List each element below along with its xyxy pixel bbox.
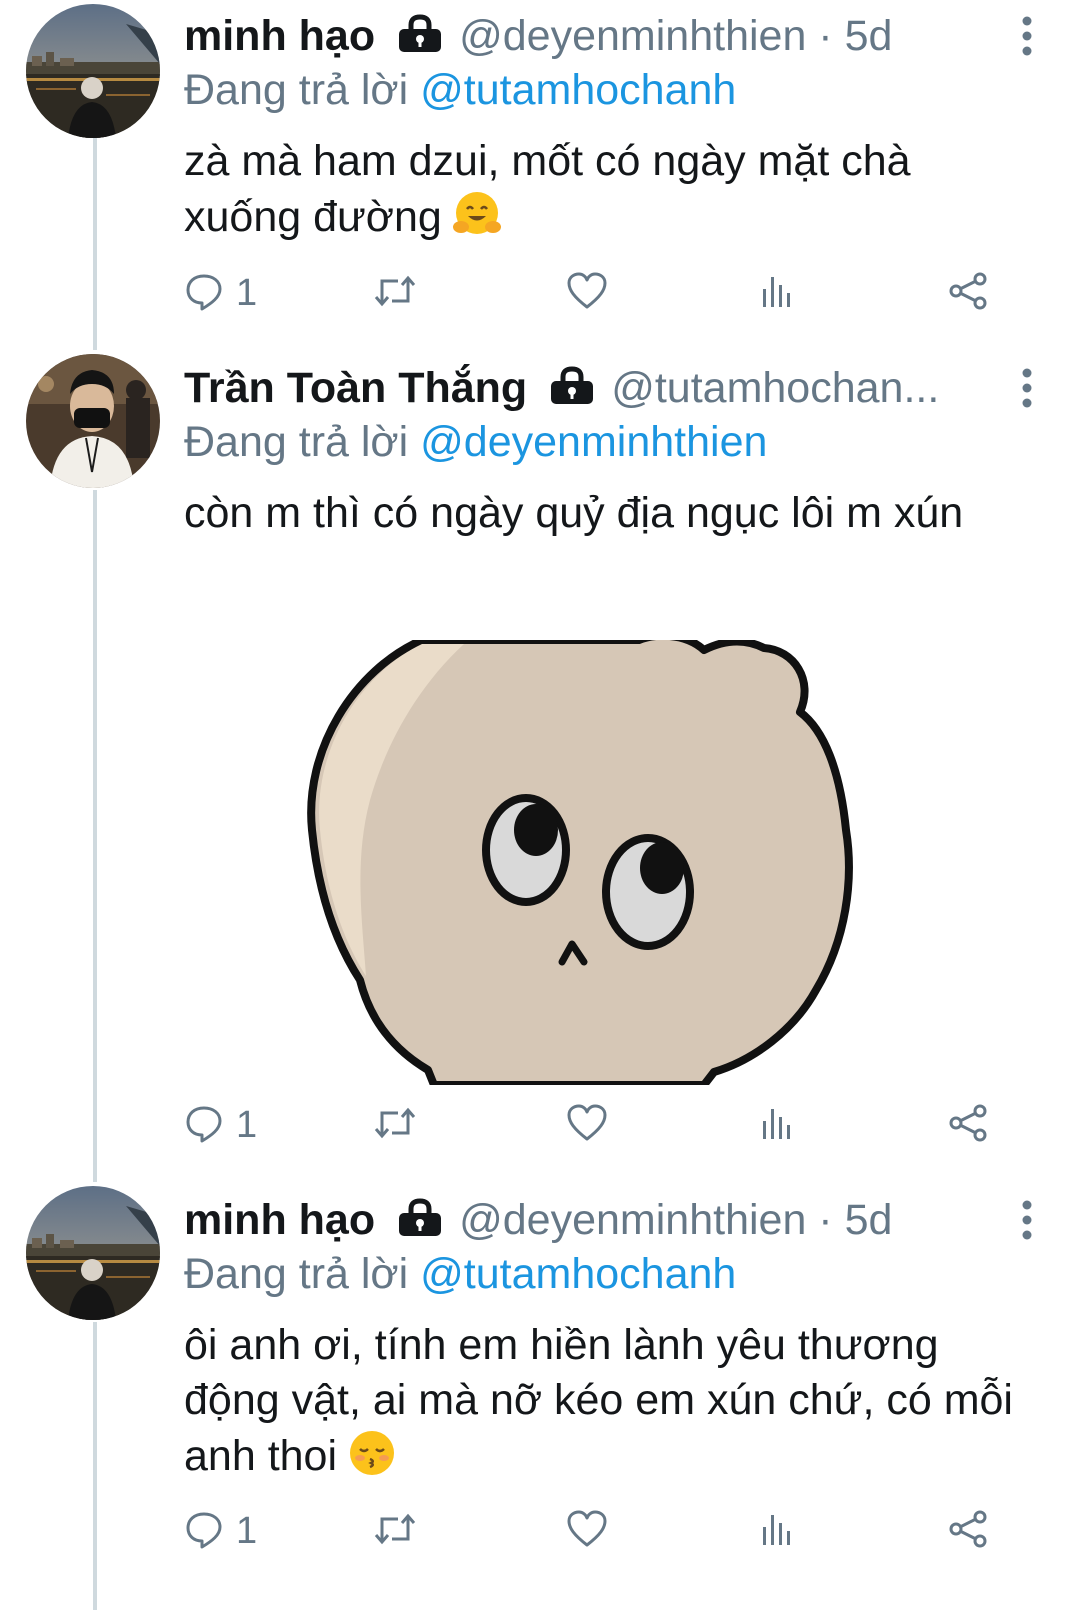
- tweet-text: ôi anh ơi, tính em hiền lành yêu thương …: [184, 1318, 1034, 1492]
- lock-icon: [549, 365, 595, 411]
- analytics-button[interactable]: [760, 1506, 796, 1556]
- replying-to: Đang trả lời @deyenminhthien: [184, 418, 767, 467]
- replying-prefix: Đang trả lời: [184, 418, 409, 466]
- reply-button[interactable]: 1: [184, 268, 257, 318]
- retweet-icon: [372, 1103, 418, 1148]
- share-button[interactable]: [948, 1100, 990, 1150]
- mention-link[interactable]: @tutamhochanh: [420, 66, 736, 114]
- more-options-icon[interactable]: [1012, 1192, 1042, 1248]
- skull-sticker-image: [184, 640, 992, 1085]
- heart-icon: [566, 1509, 608, 1554]
- display-name[interactable]: minh hạo: [184, 1196, 375, 1245]
- reply-icon: [184, 1509, 224, 1554]
- retweet-icon: [372, 1509, 418, 1554]
- handle-and-time[interactable]: @tutamhochan...: [611, 364, 939, 413]
- tweet-header: Trần Toàn Thắng @tutamhochan...: [184, 360, 990, 416]
- avatar[interactable]: [26, 1186, 160, 1320]
- retweet-button[interactable]: [372, 1506, 418, 1556]
- media-image[interactable]: [184, 640, 992, 1085]
- handle-and-time[interactable]: @deyenminhthien · 5d: [459, 12, 892, 61]
- replying-to: Đang trả lời @tutamhochanh: [184, 1250, 736, 1299]
- heart-icon: [566, 271, 608, 316]
- action-bar: 1: [184, 268, 1034, 318]
- lock-icon: [397, 13, 443, 59]
- tweet-header: minh hạo @deyenminhthien · 5d: [184, 1192, 990, 1248]
- display-name[interactable]: minh hạo: [184, 12, 375, 61]
- like-button[interactable]: [566, 1506, 608, 1556]
- tweet-text-content: zà mà ham dzui, mốt có ngày mặt chà xuốn…: [184, 137, 911, 241]
- lock-icon: [397, 1197, 443, 1243]
- tweet[interactable]: minh hạo @deyenminhthien · 5d Đang trả l…: [0, 0, 1080, 350]
- tweet-header: minh hạo @deyenminhthien · 5d: [184, 8, 990, 64]
- more-options-icon[interactable]: [1012, 360, 1042, 416]
- action-bar: 1: [184, 1506, 1034, 1556]
- display-name[interactable]: Trần Toàn Thắng: [184, 364, 527, 413]
- reply-count: 1: [236, 1103, 258, 1146]
- action-bar: 1: [184, 1100, 1034, 1150]
- tweet[interactable]: Trần Toàn Thắng @tutamhochan... Đang trả…: [0, 350, 1080, 1180]
- reply-button[interactable]: 1: [184, 1100, 257, 1150]
- heart-icon: [566, 1103, 608, 1148]
- analytics-icon: [760, 271, 796, 316]
- like-button[interactable]: [566, 1100, 608, 1150]
- mention-link[interactable]: @deyenminhthien: [420, 418, 767, 466]
- analytics-icon: [760, 1103, 796, 1148]
- avatar[interactable]: [26, 4, 160, 138]
- hugging-face-emoji-icon: [452, 189, 502, 253]
- reply-icon: [184, 271, 224, 316]
- tweet-text: zà mà ham dzui, mốt có ngày mặt chà xuốn…: [184, 134, 1034, 253]
- tweet[interactable]: minh hạo @deyenminhthien · 5d Đang trả l…: [0, 1182, 1080, 1610]
- replying-prefix: Đang trả lời: [184, 1250, 409, 1298]
- share-icon: [948, 1509, 990, 1554]
- replying-prefix: Đang trả lời: [184, 66, 409, 114]
- retweet-button[interactable]: [372, 268, 418, 318]
- analytics-icon: [760, 1509, 796, 1554]
- reply-count: 1: [236, 1509, 258, 1552]
- replying-to: Đang trả lời @tutamhochanh: [184, 66, 736, 115]
- retweet-icon: [372, 271, 418, 316]
- share-icon: [948, 1103, 990, 1148]
- share-button[interactable]: [948, 268, 990, 318]
- retweet-button[interactable]: [372, 1100, 418, 1150]
- share-button[interactable]: [948, 1506, 990, 1556]
- share-icon: [948, 271, 990, 316]
- like-button[interactable]: [566, 268, 608, 318]
- kissing-face-emoji-icon: [347, 1428, 397, 1492]
- tweet-text-content: ôi anh ơi, tính em hiền lành yêu thương …: [184, 1321, 1013, 1480]
- reply-icon: [184, 1103, 224, 1148]
- reply-count: 1: [236, 271, 258, 314]
- mention-link[interactable]: @tutamhochanh: [420, 1250, 736, 1298]
- analytics-button[interactable]: [760, 268, 796, 318]
- avatar[interactable]: [26, 354, 160, 488]
- tweet-text: còn m thì có ngày quỷ địa ngục lôi m xún: [184, 486, 1034, 541]
- more-options-icon[interactable]: [1012, 8, 1042, 64]
- reply-button[interactable]: 1: [184, 1506, 257, 1556]
- tweet-text-content: còn m thì có ngày quỷ địa ngục lôi m xún: [184, 489, 964, 537]
- handle-and-time[interactable]: @deyenminhthien · 5d: [459, 1196, 892, 1245]
- analytics-button[interactable]: [760, 1100, 796, 1150]
